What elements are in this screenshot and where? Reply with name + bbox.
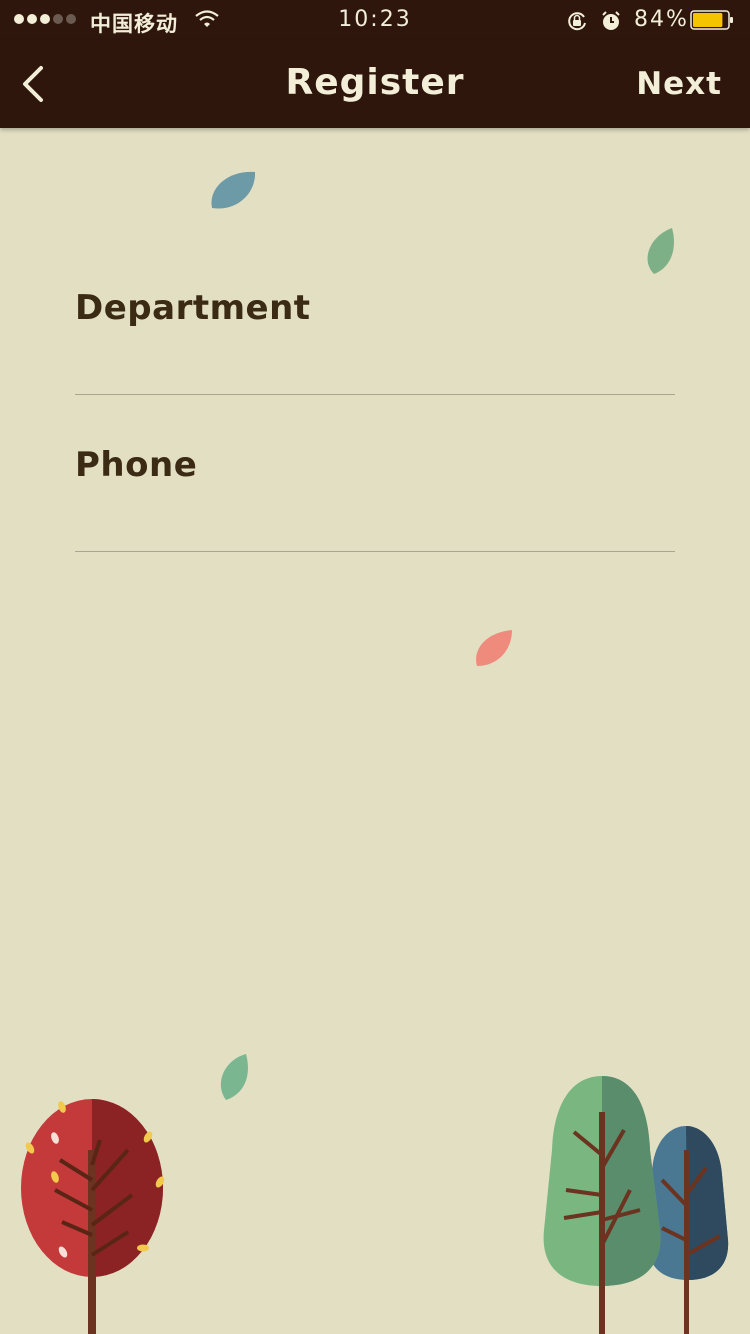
leaf-icon bbox=[211, 171, 256, 209]
leaf-icon bbox=[220, 1054, 248, 1100]
leaf-icon bbox=[476, 630, 512, 666]
department-input[interactable] bbox=[75, 349, 679, 384]
status-bar: 中国移动 10:23 84% bbox=[0, 0, 750, 40]
alarm-icon bbox=[602, 11, 620, 30]
nav-bar: Register Next bbox=[0, 40, 750, 128]
blue-tree-icon bbox=[647, 1126, 729, 1334]
phone-field[interactable]: Phone bbox=[75, 411, 679, 552]
battery-percent: 84% bbox=[634, 7, 689, 32]
decorative-illustration bbox=[21, 171, 729, 1334]
next-button[interactable]: Next bbox=[636, 66, 722, 102]
department-field[interactable]: Department bbox=[75, 254, 679, 395]
department-label: Department bbox=[75, 288, 311, 328]
red-tree-icon bbox=[21, 1099, 165, 1334]
battery-icon bbox=[690, 10, 733, 30]
green-tree-icon bbox=[543, 1076, 661, 1334]
phone-label: Phone bbox=[75, 445, 198, 485]
phone-input[interactable] bbox=[75, 506, 679, 541]
rotation-lock-icon bbox=[568, 12, 586, 31]
